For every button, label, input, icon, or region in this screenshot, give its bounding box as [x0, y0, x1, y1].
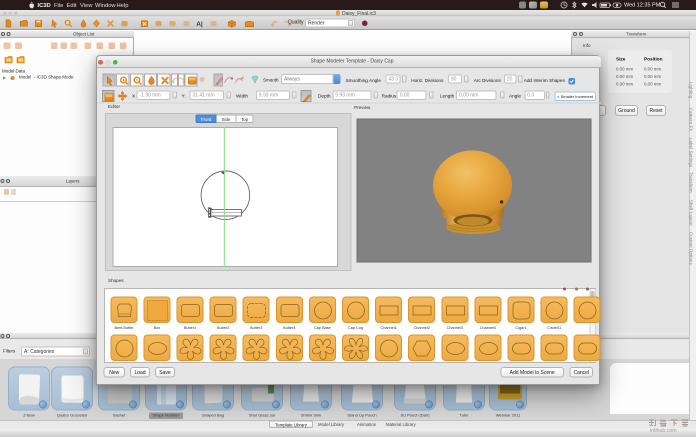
svg-text:intlhub.com: intlhub.com	[650, 428, 677, 433]
svg-text:A|: A|	[196, 21, 203, 28]
